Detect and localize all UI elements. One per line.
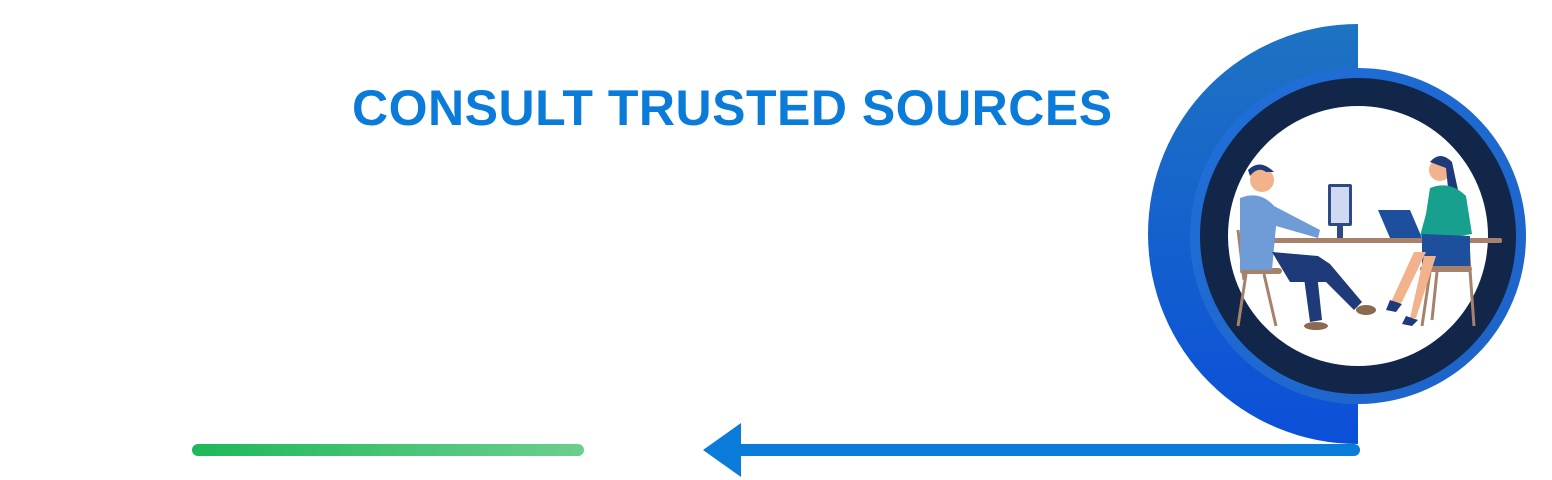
consultation-illustration-icon <box>1148 24 1526 444</box>
monitor-stand <box>1337 226 1343 238</box>
page-title: CONSULT TRUSTED SOURCES <box>352 80 1113 136</box>
consultation-emblem <box>1140 20 1540 460</box>
monitor-screen <box>1331 187 1349 223</box>
progress-bar-green <box>192 444 584 456</box>
left-arrow-icon <box>703 423 741 477</box>
